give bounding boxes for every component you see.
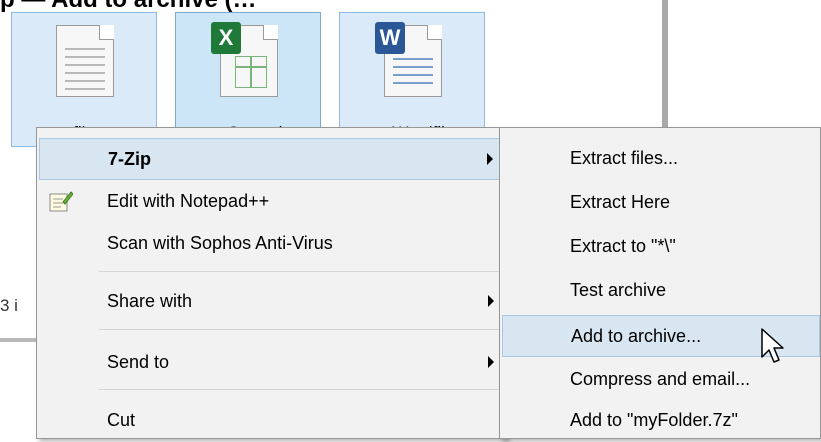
submenu-item-label: Add to archive... <box>571 326 702 346</box>
menu-item-edit-notepad[interactable]: Edit with Notepad++ <box>39 181 504 223</box>
word-file-icon: W <box>375 22 442 97</box>
submenu-arrow-icon <box>487 153 493 165</box>
menu-separator <box>99 271 502 272</box>
submenu-item-label: Extract files... <box>570 148 679 168</box>
submenu-item-label: Extract Here <box>570 192 671 212</box>
menu-item-label: 7-Zip <box>108 149 151 169</box>
notepad-plus-plus-icon <box>49 191 73 212</box>
submenu-item-extract-here[interactable]: Extract Here <box>502 182 820 224</box>
menu-item-label: Cut <box>107 410 136 430</box>
submenu-item-label: Test archive <box>570 280 667 300</box>
submenu-item-label: Extract to "*\" <box>570 236 676 256</box>
submenu-item-extract-files[interactable]: Extract files... <box>502 138 820 180</box>
menu-item-label: Share with <box>107 291 193 311</box>
window-heading-fragment: p — Add to archive (… <box>0 0 700 13</box>
submenu-item-label: Add to "myFolder.7z" <box>570 410 738 430</box>
menu-separator <box>99 329 502 330</box>
submenu-item-test-archive[interactable]: Test archive <box>502 270 820 312</box>
submenu-7zip: Extract files... Extract Here Extract to… <box>499 127 821 439</box>
menu-separator <box>99 389 502 390</box>
submenu-arrow-icon <box>488 295 494 307</box>
text-file-icon <box>56 25 114 97</box>
submenu-item-label: Compress and email... <box>570 369 751 389</box>
menu-item-label: Edit with Notepad++ <box>107 191 270 211</box>
mouse-cursor-icon <box>761 328 784 363</box>
menu-item-cut[interactable]: Cut <box>39 400 504 442</box>
submenu-arrow-icon <box>488 356 494 368</box>
menu-item-label: Scan with Sophos Anti-Virus <box>107 233 333 253</box>
status-bar-count: 3 i <box>0 296 18 315</box>
menu-item-label: Send to <box>107 352 170 372</box>
excel-file-icon: X <box>211 22 278 97</box>
submenu-item-extract-to[interactable]: Extract to "*\" <box>502 226 820 268</box>
submenu-item-add-to-7z[interactable]: Add to "myFolder.7z" <box>502 400 820 442</box>
context-menu: 7-Zip Edit with Notepad++ Scan with Soph… <box>36 127 507 439</box>
word-badge: W <box>375 22 405 54</box>
menu-item-send-to[interactable]: Send to <box>39 342 504 384</box>
menu-item-share-with[interactable]: Share with <box>39 281 504 323</box>
excel-badge: X <box>211 22 241 54</box>
menu-item-scan-sophos[interactable]: Scan with Sophos Anti-Virus <box>39 223 504 265</box>
menu-item-7zip[interactable]: 7-Zip <box>39 138 504 180</box>
